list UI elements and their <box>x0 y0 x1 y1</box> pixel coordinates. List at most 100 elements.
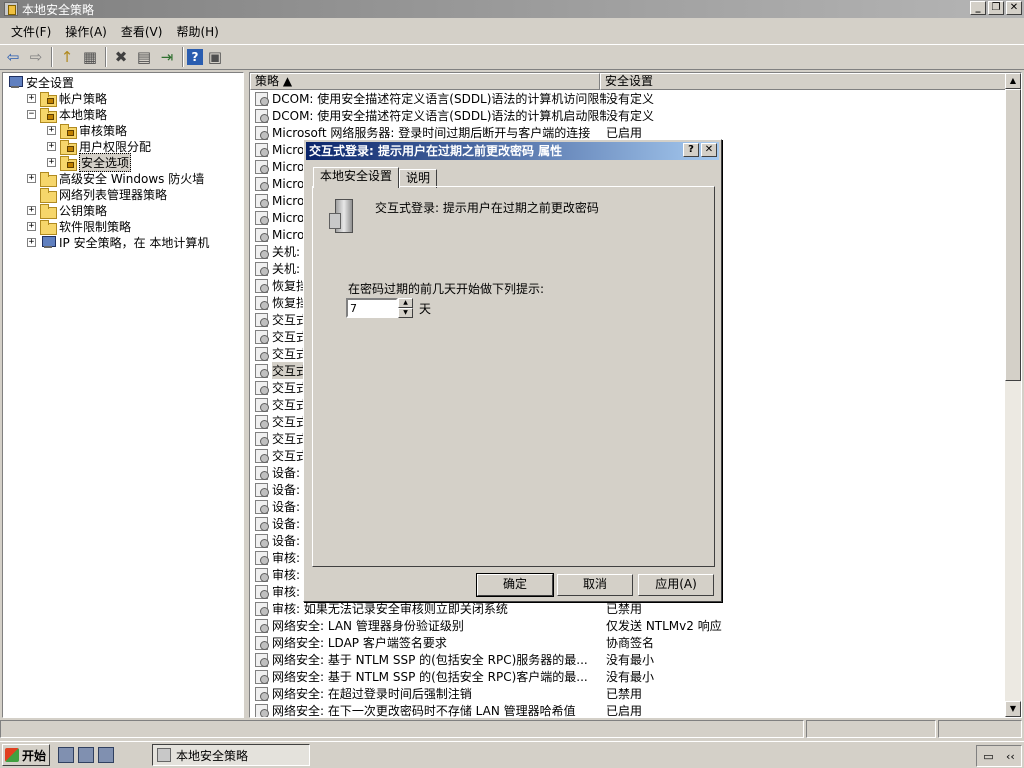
task-label: 本地安全策略 <box>176 748 249 763</box>
toolbar-separator <box>105 47 107 67</box>
table-row[interactable]: 网络安全: 在超过登录时间后强制注销 已禁用 <box>250 685 1007 702</box>
security-folder-icon <box>40 91 57 107</box>
explorer-icon[interactable] <box>98 747 114 763</box>
tree-item[interactable]: 网络列表管理器策略 <box>27 186 167 203</box>
tree-item[interactable]: + IP 安全策略，在 本地计算机 <box>27 234 209 250</box>
expand-icon[interactable]: + <box>47 125 56 135</box>
taskbar-button-local-security-policy[interactable]: 本地安全策略 <box>152 744 310 766</box>
tree-item-label: 安全设置 <box>26 75 75 90</box>
expand-icon[interactable]: + <box>27 237 36 247</box>
status-panel-main <box>0 720 804 738</box>
table-row[interactable]: 网络安全: LDAP 客户端签名要求 协商签名 <box>250 634 1007 651</box>
server-manager-icon[interactable] <box>58 747 74 763</box>
dialog-help-button[interactable]: ? <box>683 143 699 157</box>
collapse-icon[interactable]: − <box>27 109 36 119</box>
expand-icon[interactable]: + <box>27 205 36 215</box>
restore-button[interactable]: ❐ <box>988 1 1004 15</box>
expand-icon[interactable]: + <box>27 173 36 183</box>
network-icon[interactable]: ▭ <box>983 750 993 763</box>
dialog-tabs: 本地安全设置 说明 <box>313 167 438 188</box>
policy-icon <box>255 279 269 293</box>
days-spinner: ▲ ▼ 天 <box>346 298 431 318</box>
show-desktop-icon[interactable] <box>78 747 94 763</box>
spin-down-button[interactable]: ▼ <box>398 308 413 318</box>
table-row[interactable]: 网络安全: 在下一次更改密码时不存储 LAN 管理器哈希值 已启用 <box>250 702 1007 718</box>
days-input[interactable] <box>346 298 398 318</box>
list-header: 策略 ▲ 安全设置 <box>250 73 1007 90</box>
policy-cell: 网络安全: 在下一次更改密码时不存储 LAN 管理器哈希值 <box>272 704 576 718</box>
tree-item[interactable]: + 审核策略 <box>47 122 127 139</box>
table-row[interactable]: 网络安全: 基于 NTLM SSP 的(包括安全 RPC)服务器的最... 没有最… <box>250 651 1007 668</box>
tab-local-security-setting[interactable]: 本地安全设置 <box>313 167 400 188</box>
table-row[interactable]: 审核: 如果无法记录安全审核则立即关闭系统 已禁用 <box>250 600 1007 617</box>
scroll-up-button[interactable]: ▲ <box>1005 73 1021 89</box>
setting-cell: 已禁用 <box>606 687 643 701</box>
menu-bar: 文件(F) 操作(A) 查看(V) 帮助(H) <box>0 20 1024 42</box>
folder-icon <box>40 219 57 235</box>
properties-icon[interactable]: ▤ <box>133 46 155 68</box>
table-row[interactable]: 网络安全: LAN 管理器身份验证级别 仅发送 NTLMv2 响应 <box>250 617 1007 634</box>
forward-icon[interactable]: ⇨ <box>25 46 47 68</box>
vertical-scrollbar[interactable]: ▲ ▼ <box>1005 73 1021 717</box>
lock-icon <box>67 145 74 152</box>
dialog-close-button[interactable]: ✕ <box>701 143 717 157</box>
menu-file[interactable]: 文件(F) <box>4 23 58 40</box>
tray-expand-icon[interactable]: ‹‹ <box>1006 750 1015 763</box>
help-icon[interactable]: ? <box>187 49 203 65</box>
apply-button[interactable]: 应用(A) <box>638 574 714 596</box>
tree-item[interactable]: + 高级安全 Windows 防火墙 <box>27 170 204 187</box>
up-folder-icon[interactable]: ↑ <box>56 46 78 68</box>
tab-content: 交互式登录: 提示用户在过期之前更改密码 在密码过期的前几天开始做下列提示: ▲… <box>312 186 715 567</box>
tree-item[interactable]: + 帐户策略 <box>27 90 107 107</box>
expand-icon[interactable]: + <box>47 141 56 151</box>
expand-icon[interactable]: + <box>47 157 56 167</box>
tree-item[interactable]: + 软件限制策略 <box>27 218 131 235</box>
console-tree[interactable]: 安全设置 + 帐户策略 − 本地策略 + 审核策略 + 用户权限分配 + 安全选项 + 高级安全 Win… <box>2 72 244 718</box>
system-tray: ▭ ‹‹ <box>976 745 1022 767</box>
policy-icon <box>255 313 269 327</box>
scroll-down-button[interactable]: ▼ <box>1005 701 1021 717</box>
cancel-button[interactable]: 取消 <box>557 574 633 596</box>
export-list-icon[interactable]: ⇥ <box>156 46 178 68</box>
expand-icon[interactable]: + <box>27 221 36 231</box>
policy-icon <box>255 483 269 497</box>
table-row[interactable]: DCOM: 使用安全描述符定义语言(SDDL)语法的计算机访问限制 没有定义 <box>250 90 1007 107</box>
table-row[interactable]: DCOM: 使用安全描述符定义语言(SDDL)语法的计算机启动限制 没有定义 <box>250 107 1007 124</box>
table-row[interactable]: 网络安全: 基于 NTLM SSP 的(包括安全 RPC)客户端的最... 没有最… <box>250 668 1007 685</box>
days-unit-label: 天 <box>419 301 432 316</box>
minimize-button[interactable]: _ <box>970 1 986 15</box>
scroll-thumb[interactable] <box>1005 89 1021 381</box>
delete-icon[interactable]: ✖ <box>110 46 132 68</box>
column-header-policy[interactable]: 策略 ▲ <box>250 73 600 90</box>
start-button[interactable]: 开始 <box>2 744 50 766</box>
show-hide-tree-icon[interactable]: ▦ <box>79 46 101 68</box>
menu-view[interactable]: 查看(V) <box>114 23 170 40</box>
tree-item[interactable]: + 安全选项 <box>47 152 132 172</box>
policy-icon <box>255 364 269 378</box>
menu-action[interactable]: 操作(A) <box>58 23 114 40</box>
back-icon[interactable]: ⇦ <box>2 46 24 68</box>
column-header-setting[interactable]: 安全设置 <box>600 73 1007 90</box>
menu-help[interactable]: 帮助(H) <box>169 23 225 40</box>
security-policy-task-icon <box>157 748 171 762</box>
console-tree-icon[interactable]: ▣ <box>204 46 226 68</box>
tree-item[interactable]: − 本地策略 <box>27 106 107 123</box>
dialog-title-bar[interactable]: 交互式登录: 提示用户在过期之前更改密码 属性 <box>306 142 719 160</box>
policy-icon <box>255 585 269 599</box>
toolbar-separator <box>51 47 53 67</box>
tree-item[interactable]: 安全设置 <box>7 74 74 90</box>
toolbar-separator <box>182 47 184 67</box>
close-button[interactable]: ✕ <box>1006 1 1022 15</box>
folder-icon <box>40 171 57 187</box>
expand-icon <box>27 189 36 199</box>
status-panel-3 <box>938 720 1022 738</box>
toolbar: ⇦ ⇨ ↑ ▦ ✖ ▤ ⇥? ▣ <box>0 44 1024 70</box>
policy-icon <box>255 143 269 157</box>
window-title-bar[interactable]: 本地安全策略 _ ❐ ✕ <box>0 0 1024 18</box>
spin-up-button[interactable]: ▲ <box>398 298 413 308</box>
windows-flag-icon <box>5 748 19 762</box>
ok-button[interactable]: 确定 <box>476 573 554 597</box>
expand-icon[interactable]: + <box>27 93 36 103</box>
policy-icon <box>255 670 269 684</box>
tree-item[interactable]: + 公钥策略 <box>27 202 107 219</box>
